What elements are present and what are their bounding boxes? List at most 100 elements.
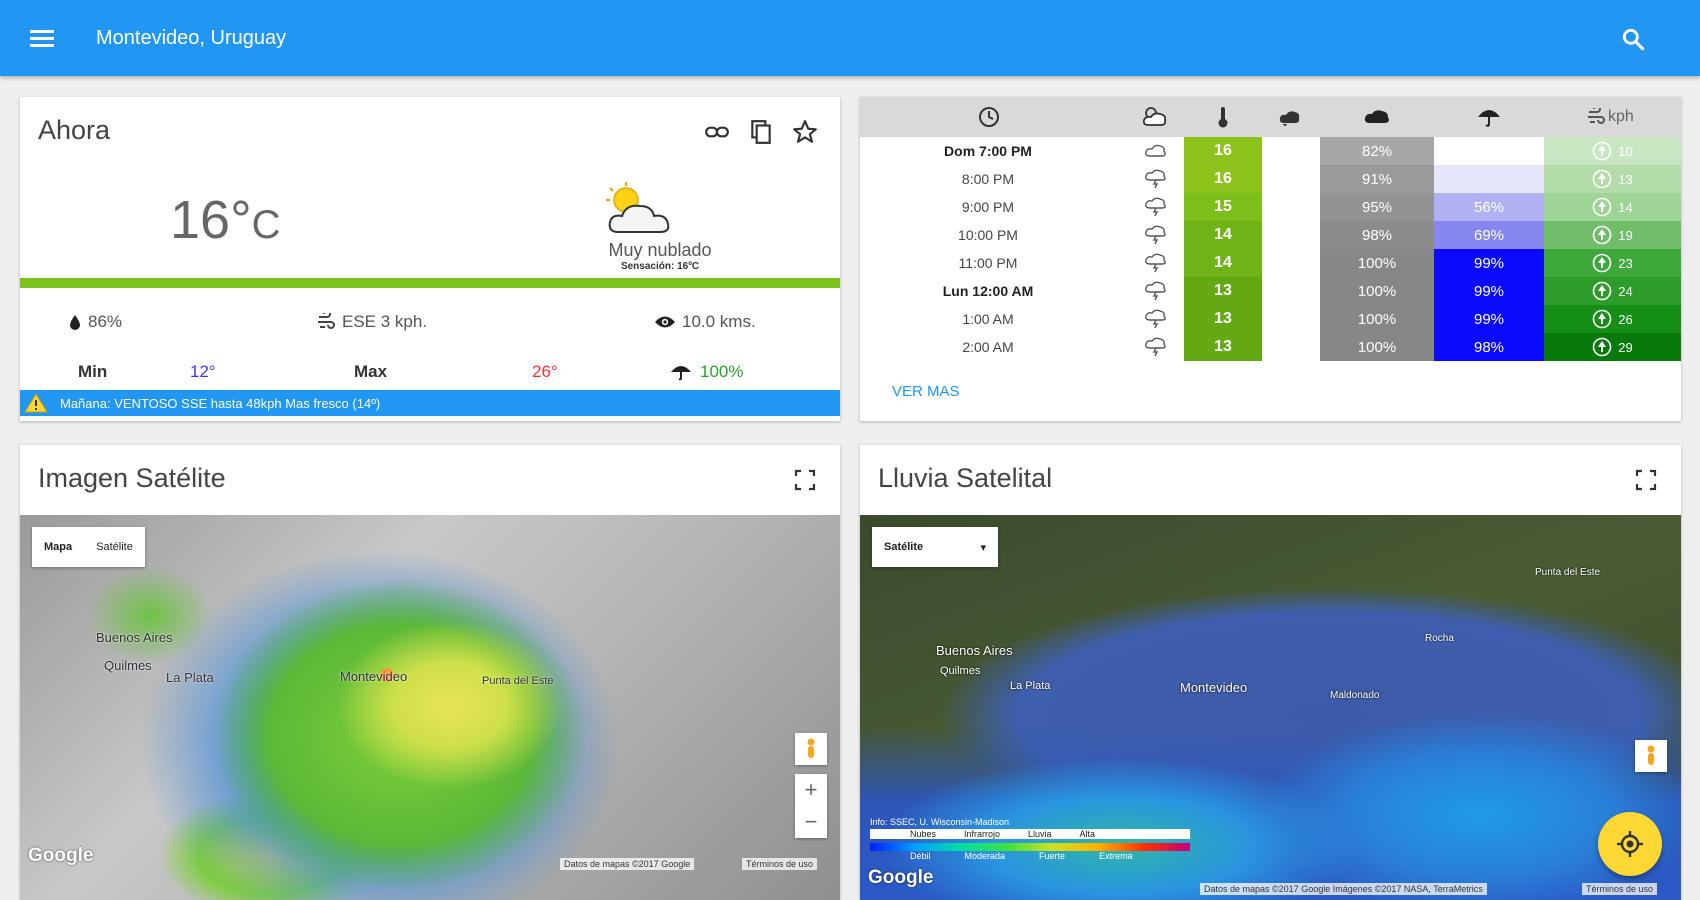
forecast-rain-chance: 69%	[1434, 221, 1544, 249]
wind-direction-icon	[1592, 253, 1612, 273]
forecast-wind-speed: 23	[1618, 255, 1633, 271]
forecast-wind: 29	[1544, 333, 1681, 361]
rain-chance-value: 100%	[700, 362, 744, 381]
map-layer-value: Satélite	[884, 541, 924, 553]
forecast-row: 11:00 PM 14 100% 99% 23	[860, 249, 1681, 277]
weather-description: Muy nublado	[608, 240, 712, 260]
pegman-icon[interactable]	[1635, 740, 1667, 772]
terms-link[interactable]: Términos de uso	[1582, 883, 1658, 895]
cloud-icon	[1364, 110, 1389, 123]
cloudy-sun-icon	[606, 182, 670, 233]
link-icon[interactable]	[704, 119, 730, 145]
forecast-time: Lun 12:00 AM	[942, 283, 1034, 299]
forecast-precip-amount	[1262, 305, 1320, 333]
zoom-out-button[interactable]: −	[795, 806, 827, 838]
city-label: Quilmes	[940, 665, 981, 677]
legend-scale: Débil	[910, 851, 931, 861]
forecast-temperature: 16	[1184, 165, 1262, 193]
fullscreen-icon[interactable]	[794, 469, 816, 491]
forecast-rain-chance: 56%	[1434, 193, 1544, 221]
max-label: Max	[354, 362, 388, 381]
city-label: Buenos Aires	[96, 630, 173, 645]
thunderstorm-icon	[1145, 309, 1166, 329]
wind-direction-icon	[1592, 197, 1612, 217]
forecast-temperature: 13	[1184, 305, 1262, 333]
umbrella-icon	[1478, 110, 1500, 127]
rain-map[interactable]: Satélite ▾ Buenos Aires Quilmes La Plata…	[860, 515, 1681, 900]
city-label: Montevideo	[340, 669, 408, 684]
wind-unit-header: kph	[1586, 105, 1634, 129]
see-more-link[interactable]: VER MAS	[892, 383, 960, 400]
forecast-time: 2:00 AM	[962, 339, 1014, 355]
forecast-wind-speed: 14	[1618, 199, 1633, 215]
drop-icon	[70, 315, 80, 330]
city-label: La Plata	[166, 670, 214, 685]
menu-icon[interactable]	[30, 27, 56, 49]
thunderstorm-icon	[1145, 197, 1166, 217]
forecast-header: kph	[860, 97, 1681, 137]
forecast-temperature: 13	[1184, 277, 1262, 305]
city-label: La Plata	[1010, 680, 1051, 692]
pegman-icon[interactable]	[795, 733, 827, 765]
wind-direction-icon	[1592, 169, 1612, 189]
thunderstorm-icon	[1145, 337, 1166, 357]
legend-label: Alta	[1079, 829, 1096, 839]
legend-label: Lluvia	[1028, 829, 1052, 839]
wind-direction-icon	[1592, 141, 1612, 161]
crosshair-icon	[1617, 831, 1643, 857]
terms-link[interactable]: Términos de uso	[742, 858, 818, 870]
map-type-satellite[interactable]: Satélite	[84, 541, 145, 553]
satellite-map[interactable]: Mapa Satélite Buenos Aires Quilmes La Pl…	[20, 515, 840, 900]
forecast-precip-amount	[1262, 333, 1320, 361]
card-title: Imagen Satélite	[38, 463, 226, 493]
forecast-wind: 13	[1544, 165, 1681, 193]
map-layer-select[interactable]: Satélite ▾	[872, 527, 998, 567]
forecast-wind: 26	[1544, 305, 1681, 333]
temperature-unit: C	[251, 203, 281, 247]
legend-label: Nubes	[910, 829, 937, 839]
card-title: Ahora	[38, 115, 111, 145]
card-title: Lluvia Satelital	[878, 463, 1053, 493]
rain-satellite-card: Lluvia Satelital Satélite ▾ Buenos Aires…	[860, 445, 1681, 900]
city-label: Rocha	[1425, 633, 1454, 644]
weather-alert[interactable]: Mañana: VENTOSO SSE hasta 48kph Mas fres…	[20, 390, 840, 416]
legend-info: Info: SSEC, U. Wisconsin-Madison	[870, 817, 1010, 827]
forecast-cloud-cover: 91%	[1320, 165, 1434, 193]
zoom-in-button[interactable]: +	[795, 774, 827, 806]
forecast-precip-amount	[1262, 221, 1320, 249]
city-label: Maldonado	[1330, 690, 1380, 701]
forecast-row: Dom 7:00 PM 16 82% 10	[860, 137, 1681, 165]
current-temperature: 16°C	[170, 190, 281, 250]
forecast-temperature: 16	[1184, 137, 1262, 165]
current-weather-card: Ahora 16°C Muy nublado Sensación: 16ºC 8…	[20, 97, 840, 421]
forecast-rain-chance	[1434, 137, 1544, 165]
warning-icon	[24, 393, 48, 413]
forecast-temperature: 15	[1184, 193, 1262, 221]
forecast-cloud-cover: 95%	[1320, 193, 1434, 221]
forecast-wind-speed: 19	[1618, 227, 1633, 243]
city-label: Punta del Este	[1535, 567, 1601, 578]
forecast-rain-chance: 99%	[1434, 305, 1544, 333]
min-label: Min	[78, 362, 108, 381]
google-logo: Google	[868, 867, 934, 888]
thunderstorm-icon	[1145, 169, 1166, 189]
star-icon[interactable]	[792, 119, 818, 145]
forecast-precip-amount	[1262, 137, 1320, 165]
forecast-wind-speed: 26	[1618, 311, 1633, 327]
wind-value: ESE 3 kph.	[342, 312, 428, 331]
search-icon[interactable]	[1620, 26, 1646, 52]
forecast-wind-speed: 13	[1618, 171, 1633, 187]
google-logo: Google	[28, 845, 94, 866]
forecast-row: 10:00 PM 14 98% 69% 19	[860, 221, 1681, 249]
map-type-map[interactable]: Mapa	[32, 541, 84, 553]
alert-text: Mañana: VENTOSO SSE hasta 48kph Mas fres…	[60, 395, 381, 411]
umbrella-icon	[671, 366, 691, 381]
copy-icon[interactable]	[748, 119, 774, 145]
forecast-row: 2:00 AM 13 100% 98% 29	[860, 333, 1681, 361]
forecast-temperature: 14	[1184, 221, 1262, 249]
fullscreen-icon[interactable]	[1635, 469, 1657, 491]
forecast-rain-chance: 99%	[1434, 277, 1544, 305]
forecast-time: 1:00 AM	[962, 311, 1014, 327]
forecast-rain-chance: 98%	[1434, 333, 1544, 361]
my-location-button[interactable]	[1598, 812, 1662, 876]
